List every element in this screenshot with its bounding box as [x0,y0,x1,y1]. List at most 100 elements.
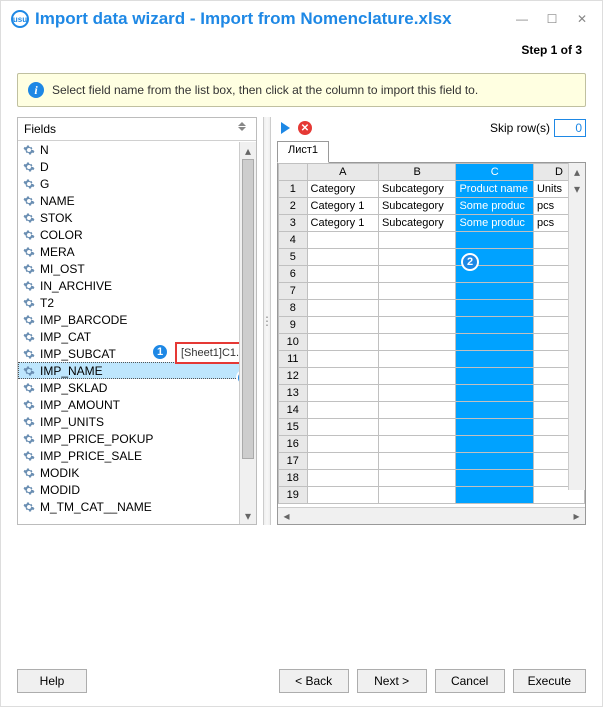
grid-scroll-right-icon[interactable]: ▸ [568,508,585,524]
skip-rows-input[interactable] [554,119,586,137]
cell[interactable] [456,300,534,317]
scroll-down-icon[interactable]: ▾ [240,507,256,524]
cell[interactable] [378,385,456,402]
field-row[interactable]: M_TM_CAT__NAME [18,498,256,515]
field-row[interactable]: IMP_AMOUNT [18,396,256,413]
field-row[interactable]: T2 [18,294,256,311]
cell[interactable] [378,470,456,487]
field-row[interactable]: IMP_PRICE_POKUP [18,430,256,447]
cell[interactable]: Subcategory [378,181,456,198]
cell[interactable] [378,300,456,317]
cell[interactable] [378,487,456,504]
cell[interactable] [456,334,534,351]
cell[interactable] [378,283,456,300]
cell[interactable] [307,317,378,334]
sheet-tab[interactable]: Лист1 [277,141,329,163]
minimize-button[interactable]: — [512,9,532,29]
cell[interactable] [307,283,378,300]
cell[interactable]: Some produc [456,215,534,232]
cell[interactable] [378,317,456,334]
cell[interactable]: Category 1 [307,198,378,215]
cell[interactable] [378,436,456,453]
help-button[interactable]: Help [17,669,87,693]
cell[interactable] [378,453,456,470]
cell[interactable] [456,487,534,504]
cell[interactable]: Category [307,181,378,198]
cell[interactable] [307,266,378,283]
field-row[interactable]: IMP_BARCODE [18,311,256,328]
cell[interactable] [456,453,534,470]
grid-hscrollbar[interactable]: ◂ ▸ [278,507,585,524]
cell[interactable] [456,385,534,402]
cell[interactable] [456,232,534,249]
col-header-C[interactable]: C [456,164,534,181]
field-row[interactable]: MODIK [18,464,256,481]
fields-scrollbar[interactable]: ▴ ▾ [239,142,256,524]
cell[interactable] [378,351,456,368]
cell[interactable] [456,283,534,300]
table-row[interactable]: 15 [279,419,585,436]
table-row[interactable]: 13 [279,385,585,402]
cell[interactable] [307,351,378,368]
cell[interactable] [456,368,534,385]
cell[interactable] [378,368,456,385]
grid-vscrollbar[interactable]: ▴ ▾ [568,163,585,490]
cell[interactable] [307,419,378,436]
grid-scroll-up-icon[interactable]: ▴ [569,163,585,180]
cell[interactable] [456,351,534,368]
maximize-button[interactable]: ☐ [542,9,562,29]
cell[interactable]: Subcategory [378,215,456,232]
table-row[interactable]: 18 [279,470,585,487]
cell[interactable]: Some produc [456,198,534,215]
cell[interactable] [307,368,378,385]
table-row[interactable]: 4 [279,232,585,249]
delete-icon[interactable]: ✕ [298,121,312,135]
cell[interactable] [307,385,378,402]
cell[interactable] [307,470,378,487]
cell[interactable] [307,453,378,470]
grid-scroll-left-icon[interactable]: ◂ [278,508,295,524]
field-row[interactable]: D [18,158,256,175]
field-row[interactable]: MODID [18,481,256,498]
play-icon[interactable] [281,122,290,134]
field-row[interactable]: IMP_SKLAD [18,379,256,396]
grid-scroll-down-icon[interactable]: ▾ [569,180,585,197]
field-row[interactable]: NAME [18,192,256,209]
cell[interactable] [307,300,378,317]
field-row[interactable]: IN_ARCHIVE [18,277,256,294]
cell[interactable] [307,402,378,419]
execute-button[interactable]: Execute [513,669,586,693]
splitter-handle[interactable] [263,117,271,525]
cell[interactable] [307,334,378,351]
cell[interactable] [378,232,456,249]
table-row[interactable]: 8 [279,300,585,317]
cell[interactable] [307,436,378,453]
table-row[interactable]: 12 [279,368,585,385]
table-row[interactable]: 10 [279,334,585,351]
field-row[interactable]: COLOR [18,226,256,243]
cell[interactable] [378,266,456,283]
field-row[interactable]: IMP_UNITS [18,413,256,430]
cell[interactable] [378,249,456,266]
scroll-up-icon[interactable]: ▴ [240,142,256,159]
cell[interactable]: Subcategory [378,198,456,215]
cell[interactable] [456,317,534,334]
spreadsheet-table[interactable]: A B C D 1CategorySubcategoryProduct name… [278,163,585,504]
table-row[interactable]: 16 [279,436,585,453]
next-button[interactable]: Next > [357,669,427,693]
cell[interactable] [307,487,378,504]
cell[interactable] [456,436,534,453]
table-row[interactable]: 7 [279,283,585,300]
close-button[interactable]: ✕ [572,9,592,29]
field-row[interactable]: MERA [18,243,256,260]
table-row[interactable]: 9 [279,317,585,334]
table-row[interactable]: 3Category 1SubcategorySome producpcs [279,215,585,232]
cancel-button[interactable]: Cancel [435,669,505,693]
table-row[interactable]: 5 [279,249,585,266]
table-row[interactable]: 6 [279,266,585,283]
field-row[interactable]: N [18,141,256,158]
table-row[interactable]: 19 [279,487,585,504]
table-row[interactable]: 2Category 1SubcategorySome producpcs [279,198,585,215]
field-row[interactable]: MI_OST [18,260,256,277]
cell[interactable]: Category 1 [307,215,378,232]
